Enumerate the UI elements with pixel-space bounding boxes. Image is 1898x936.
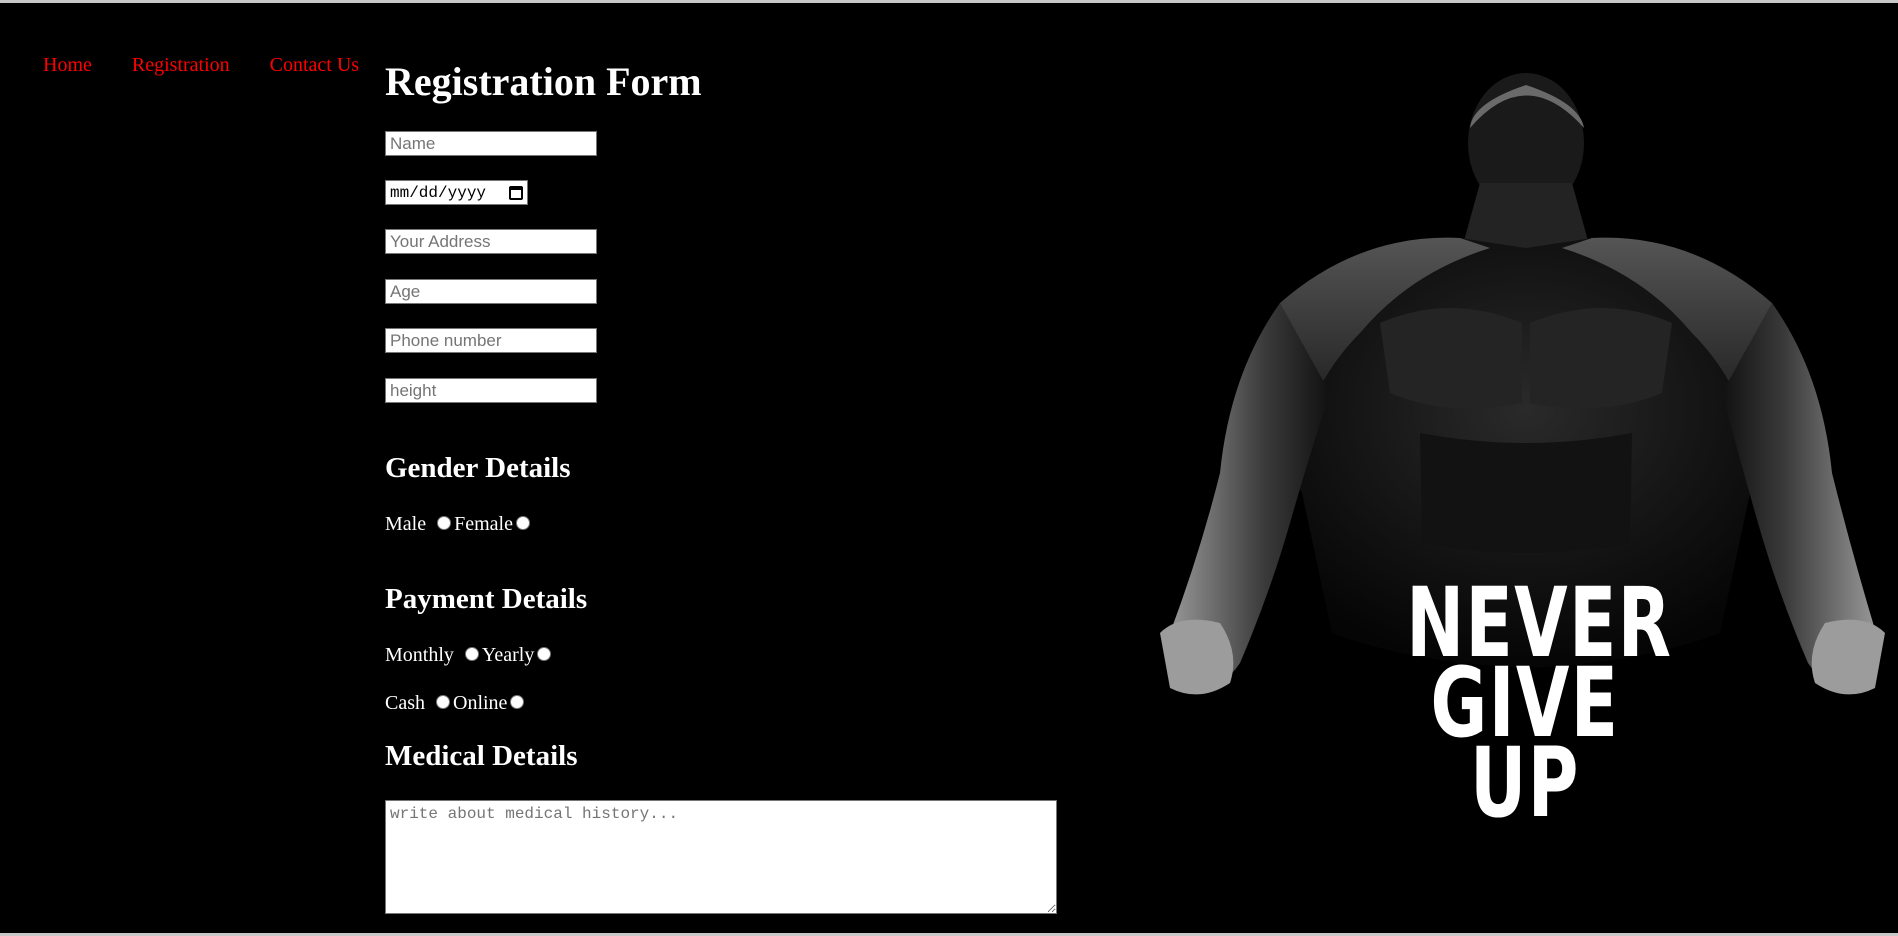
slogan-text: NEVER GIVE UP <box>1406 575 1671 831</box>
female-label: Female <box>454 513 513 535</box>
phone-input[interactable] <box>385 328 597 353</box>
main-nav: Home Registration Contact Us <box>43 54 399 77</box>
yearly-radio[interactable] <box>537 646 552 661</box>
nav-link-contact-us[interactable]: Contact Us <box>270 54 359 77</box>
online-label: Online <box>453 692 508 714</box>
medical-history-textarea[interactable] <box>385 800 1057 914</box>
height-input[interactable] <box>385 378 597 403</box>
monthly-label: Monthly <box>385 644 454 666</box>
age-input[interactable] <box>385 279 597 304</box>
gender-heading: Gender Details <box>385 452 571 484</box>
nav-link-registration[interactable]: Registration <box>132 54 230 77</box>
gender-options: Male Female <box>385 513 533 536</box>
name-input[interactable] <box>385 131 597 156</box>
date-input[interactable]: mm/dd/yyyy <box>385 180 528 205</box>
male-radio[interactable] <box>437 515 452 530</box>
plan-options: Monthly Yearly <box>385 644 554 667</box>
payment-heading: Payment Details <box>385 583 588 615</box>
female-radio[interactable] <box>515 515 530 530</box>
date-input-text: mm/dd/yyyy <box>390 183 487 202</box>
page-background: Home Registration Contact Us Registratio… <box>0 3 1898 933</box>
nav-link-home[interactable]: Home <box>43 54 92 77</box>
cash-label: Cash <box>385 692 425 714</box>
male-label: Male <box>385 513 427 535</box>
payment-method-options: Cash Online <box>385 692 527 715</box>
online-radio[interactable] <box>510 694 525 709</box>
medical-heading: Medical Details <box>385 740 578 772</box>
calendar-icon[interactable] <box>509 185 523 200</box>
cash-radio[interactable] <box>436 694 450 709</box>
monthly-radio[interactable] <box>464 646 479 661</box>
form-title: Registration Form <box>385 59 702 104</box>
address-input[interactable] <box>385 229 597 254</box>
yearly-label: Yearly <box>481 644 535 666</box>
